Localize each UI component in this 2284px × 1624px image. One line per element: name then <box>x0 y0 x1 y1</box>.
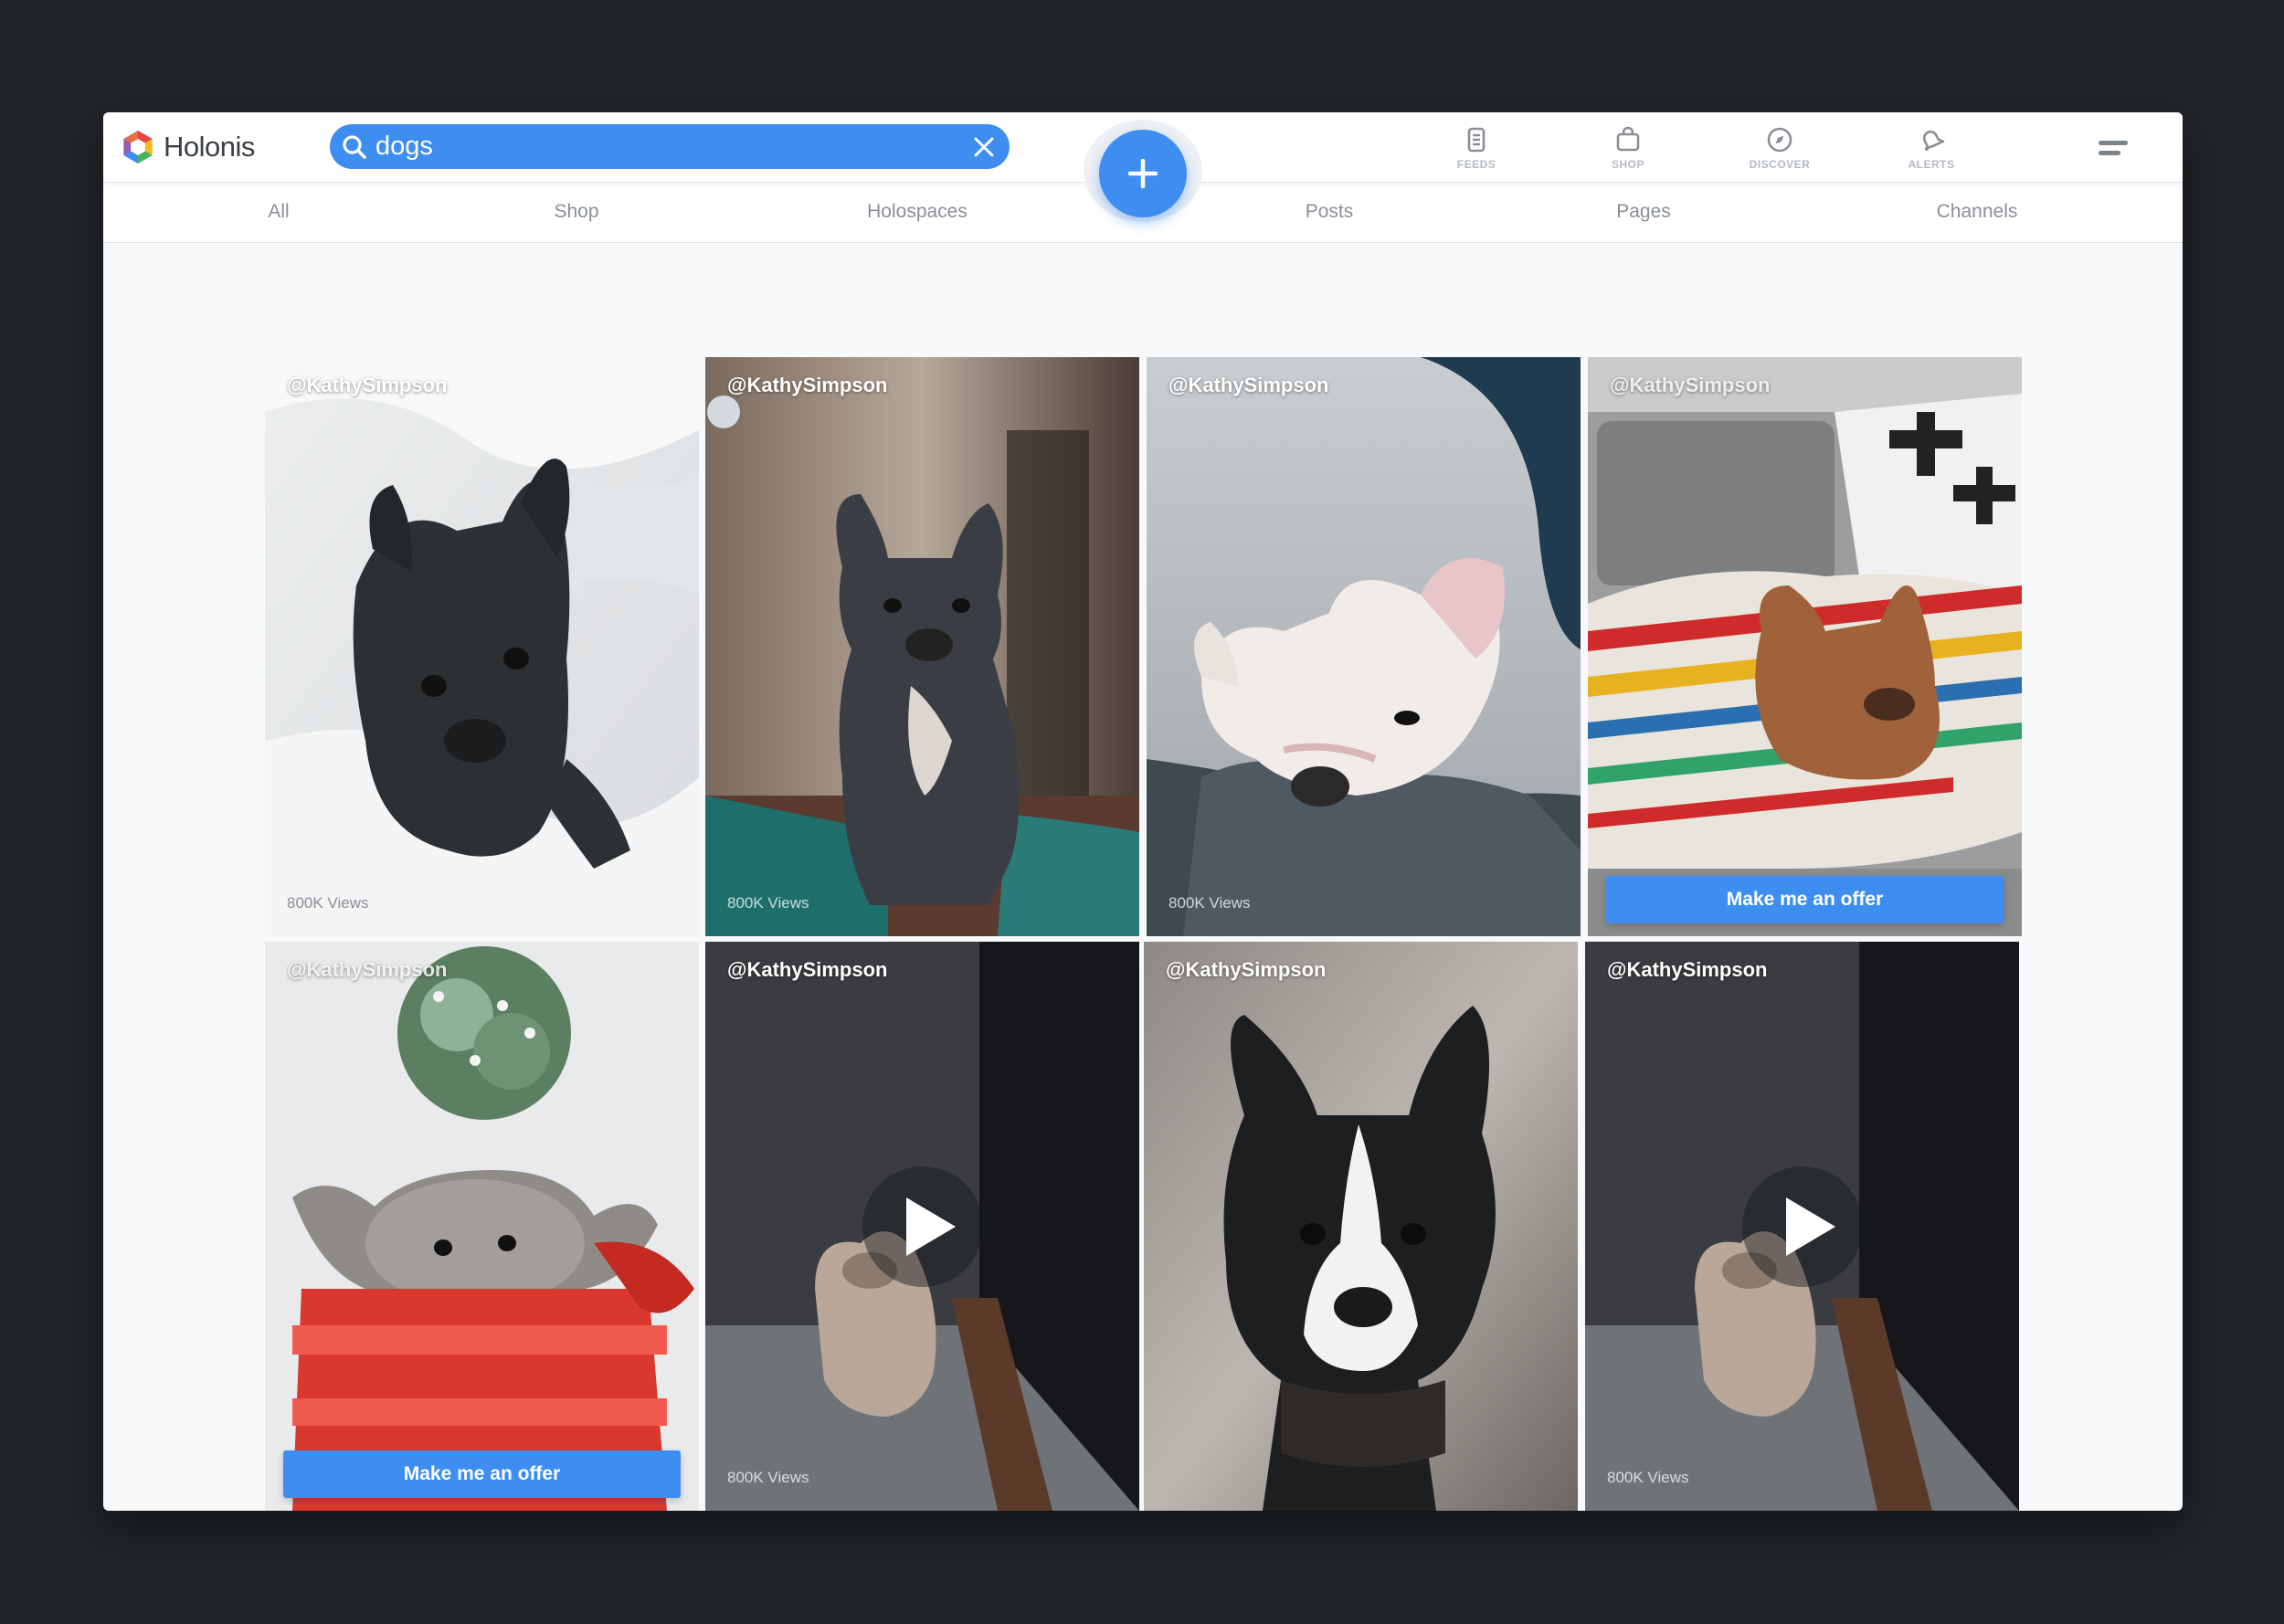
result-tile[interactable]: @KathySimpson 800K Views <box>1147 357 1581 936</box>
tile-username[interactable]: @KathySimpson <box>727 958 887 982</box>
dog-photo <box>1588 357 2022 936</box>
tab-channels[interactable]: Channels <box>1937 201 2018 223</box>
tile-views: 800K Views <box>1168 894 1251 912</box>
result-tile[interactable]: @KathySimpson 800K Views <box>265 357 699 936</box>
result-tile[interactable]: @KathySimpson 800K Views <box>705 357 1139 936</box>
create-post-button[interactable] <box>1099 130 1187 217</box>
search-icon <box>343 134 366 159</box>
play-icon[interactable] <box>1740 1165 1865 1289</box>
compass-icon <box>1767 127 1792 153</box>
nav-shop[interactable]: SHOP <box>1552 125 1704 171</box>
tab-all[interactable]: All <box>268 201 289 223</box>
nav-shop-label: SHOP <box>1611 158 1644 171</box>
tile-username[interactable]: @KathySimpson <box>1168 374 1328 397</box>
dog-photo <box>1147 357 1581 936</box>
app-window: Holonis FEEDS <box>103 112 2183 1511</box>
tile-username[interactable]: @KathySimpson <box>1607 958 1767 982</box>
make-offer-button[interactable]: Make me an offer <box>1606 876 2004 923</box>
search-input[interactable] <box>375 132 971 162</box>
dog-photo <box>265 357 699 936</box>
tile-views: 800K Views <box>727 894 809 912</box>
tile-username[interactable]: @KathySimpson <box>1610 374 1770 397</box>
nav-discover-label: DISCOVER <box>1749 158 1811 171</box>
result-tile[interactable]: @KathySimpson Make me an offer <box>1588 357 2022 936</box>
result-tile[interactable]: @KathySimpson Make me an offer <box>265 942 699 1511</box>
play-icon[interactable] <box>861 1165 985 1289</box>
tab-pages[interactable]: Pages <box>1616 201 1671 223</box>
holonis-logo[interactable]: Holonis <box>120 129 255 165</box>
nav-feeds-label: FEEDS <box>1456 158 1496 171</box>
make-offer-button[interactable]: Make me an offer <box>283 1450 681 1498</box>
search-bar[interactable] <box>330 124 1010 169</box>
result-tile[interactable]: @KathySimpson 800K Views <box>705 942 1139 1511</box>
tile-username[interactable]: @KathySimpson <box>287 958 447 982</box>
dog-photo <box>265 942 699 1511</box>
nav-feeds[interactable]: FEEDS <box>1401 125 1552 171</box>
tile-views: 800K Views <box>287 894 369 912</box>
plus-icon <box>1127 158 1158 189</box>
tile-username[interactable]: @KathySimpson <box>287 374 447 397</box>
nav-discover[interactable]: DISCOVER <box>1704 125 1856 171</box>
dog-photo <box>1144 942 1578 1511</box>
nav-alerts[interactable]: ALERTS <box>1856 125 2007 171</box>
tile-username[interactable]: @KathySimpson <box>1166 958 1326 982</box>
tab-holospaces[interactable]: Holospaces <box>867 201 968 223</box>
shop-bag-icon <box>1616 126 1640 152</box>
tile-views: 800K Views <box>1607 1469 1689 1486</box>
result-tile[interactable]: @KathySimpson <box>1144 942 1578 1511</box>
app-name: Holonis <box>164 131 255 163</box>
dog-photo <box>705 357 1139 936</box>
close-icon[interactable] <box>971 134 997 160</box>
result-tile[interactable]: @KathySimpson 800K Views <box>1585 942 2019 1511</box>
tile-views: 800K Views <box>727 1469 809 1486</box>
bell-icon <box>1922 130 1945 152</box>
menu-icon[interactable] <box>2097 138 2130 158</box>
tile-username[interactable]: @KathySimpson <box>727 374 887 397</box>
main-nav: FEEDS SHOP DISCOVER ALERTS <box>1401 125 2007 171</box>
tab-shop[interactable]: Shop <box>554 201 598 223</box>
feeds-icon <box>1467 127 1486 153</box>
holonis-logo-icon <box>123 131 153 163</box>
tab-posts[interactable]: Posts <box>1306 201 1354 223</box>
nav-alerts-label: ALERTS <box>1908 158 1955 171</box>
